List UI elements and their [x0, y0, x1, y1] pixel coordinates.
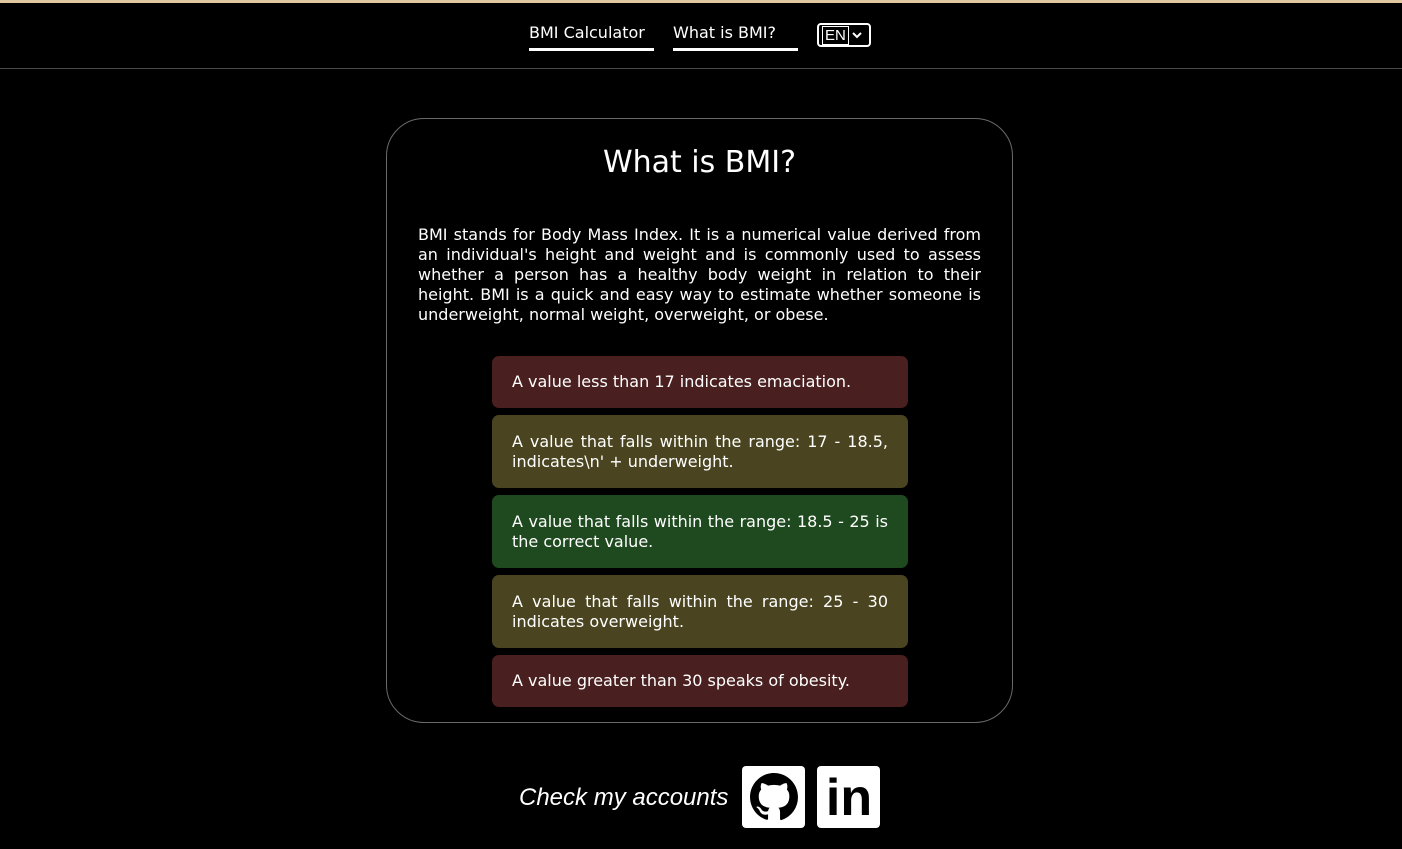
github-link[interactable] — [742, 766, 805, 828]
language-select[interactable]: EN — [817, 23, 871, 47]
nav-link-what-is-bmi[interactable]: What is BMI? — [673, 23, 798, 51]
range-text: A value less than 17 indicates emaciatio… — [512, 372, 852, 391]
range-item-emaciation: A value less than 17 indicates emaciatio… — [492, 356, 908, 408]
range-text: A value greater than 30 speaks of obesit… — [512, 671, 850, 690]
range-item-overweight: A value that falls within the range: 25 … — [492, 575, 908, 648]
linkedin-link[interactable]: in — [817, 766, 880, 828]
footer-text: Check my accounts — [519, 784, 729, 811]
svg-text:in: in — [825, 769, 871, 825]
navbar: BMI Calculator What is BMI? EN — [0, 3, 1402, 69]
language-value: EN — [822, 25, 849, 45]
range-item-underweight: A value that falls within the range: 17 … — [492, 415, 908, 488]
card-title: What is BMI? — [602, 145, 797, 180]
range-text: A value that falls within the range: 17 … — [512, 431, 888, 471]
range-item-normal: A value that falls within the range: 18.… — [492, 495, 908, 568]
linkedin-icon: in — [825, 769, 871, 825]
range-item-obesity: A value greater than 30 speaks of obesit… — [492, 655, 908, 707]
bmi-description: BMI stands for Body Mass Index. It is a … — [418, 225, 981, 324]
bmi-info-card: What is BMI? BMI stands for Body Mass In… — [386, 118, 1013, 723]
nav-link-bmi-calculator[interactable]: BMI Calculator — [529, 23, 654, 51]
bmi-ranges-list: A value less than 17 indicates emaciatio… — [492, 356, 908, 714]
github-icon — [749, 773, 798, 821]
chevron-down-icon — [852, 32, 862, 39]
range-text: A value that falls within the range: 18.… — [512, 511, 888, 551]
range-text: A value that falls within the range: 25 … — [512, 591, 888, 631]
